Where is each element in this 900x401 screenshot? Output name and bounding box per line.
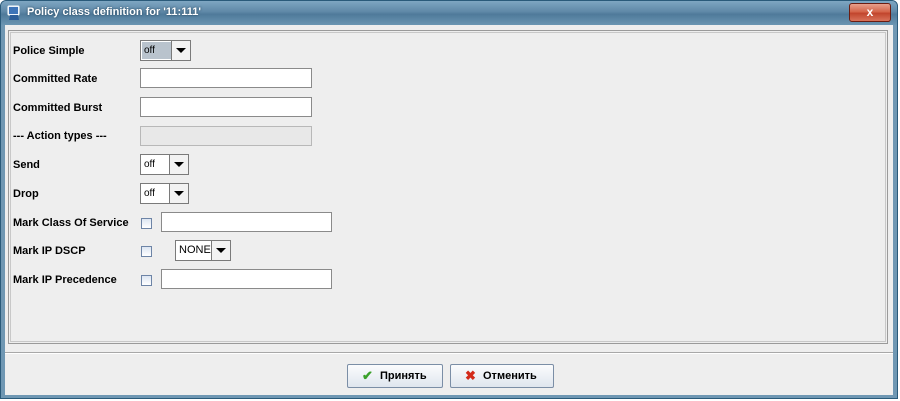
mark-dscp-value: NONE [179, 244, 211, 256]
cancel-button[interactable]: ✖ Отменить [450, 364, 554, 388]
mark-cos-label: Mark Class Of Service [13, 217, 129, 229]
cancel-button-label: Отменить [483, 370, 537, 382]
send-value: off [144, 159, 155, 170]
committed-rate-label: Committed Rate [13, 73, 98, 85]
police-simple-value: off [142, 42, 171, 59]
drop-value: off [144, 188, 155, 199]
accept-button-label: Принять [380, 370, 427, 382]
cross-icon: ✖ [465, 368, 476, 383]
chevron-down-icon[interactable] [171, 41, 190, 60]
mark-cos-checkbox[interactable] [141, 218, 152, 229]
chevron-down-icon[interactable] [211, 241, 230, 260]
action-types-field [140, 126, 312, 146]
drop-label: Drop [13, 188, 39, 200]
mark-precedence-input[interactable] [161, 269, 332, 289]
drop-select[interactable]: off [140, 183, 189, 204]
dialog-window: Policy class definition for '11:111' x P… [0, 0, 898, 399]
close-icon: x [866, 5, 874, 19]
dialog-body: Police Simple off Committed Rate Committ… [5, 25, 893, 395]
mark-cos-input[interactable] [161, 212, 332, 232]
mark-dscp-select[interactable]: NONE [175, 240, 231, 261]
accept-button[interactable]: ✔ Принять [347, 364, 443, 388]
action-types-label: --- Action types --- [13, 130, 107, 142]
send-select[interactable]: off [140, 154, 189, 175]
send-label: Send [13, 159, 40, 171]
police-simple-label: Police Simple [13, 45, 85, 57]
police-simple-select[interactable]: off [140, 40, 191, 61]
committed-burst-label: Committed Burst [13, 102, 103, 114]
separator-highlight [5, 353, 893, 354]
committed-rate-input[interactable] [140, 68, 312, 88]
chevron-down-icon[interactable] [169, 184, 188, 203]
mark-dscp-checkbox[interactable] [141, 246, 152, 257]
chevron-down-icon[interactable] [169, 155, 188, 174]
title-bar[interactable]: Policy class definition for '11:111' x [1, 1, 897, 25]
app-icon [7, 5, 20, 20]
form-panel: Police Simple off Committed Rate Committ… [8, 30, 888, 344]
checkmark-icon: ✔ [362, 368, 373, 383]
mark-precedence-checkbox[interactable] [141, 275, 152, 286]
committed-burst-input[interactable] [140, 97, 312, 117]
close-button[interactable]: x [849, 3, 891, 22]
window-title: Policy class definition for '11:111' [27, 6, 201, 18]
mark-dscp-label: Mark IP DSCP [13, 245, 86, 257]
mark-precedence-label: Mark IP Precedence [13, 274, 117, 286]
